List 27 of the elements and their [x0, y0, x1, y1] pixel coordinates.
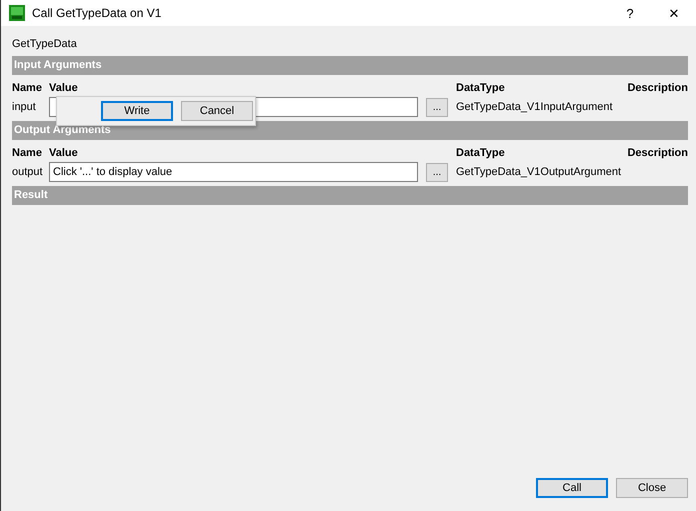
browse-button[interactable]: ... [426, 162, 448, 182]
column-header: Value [49, 81, 79, 95]
section-header: Result [12, 186, 688, 205]
column-header: DataType [456, 81, 506, 95]
column-header: Name [12, 146, 43, 160]
cancel-button[interactable]: Cancel [181, 101, 253, 121]
window-title: Call GetTypeData on V1 [32, 6, 162, 20]
column-header: DataType [456, 146, 506, 160]
value-field[interactable]: Click '...' to display value [49, 162, 418, 182]
argument-name: input [12, 100, 37, 115]
browse-button[interactable]: ... [426, 98, 448, 116]
write-button[interactable]: Write [101, 101, 173, 121]
column-header: Description [627, 81, 688, 95]
method-name: GetTypeData [12, 37, 78, 52]
data-type: GetTypeData_V1OutputArgument [456, 165, 622, 180]
column-header: Description [627, 146, 688, 160]
argument-name: output [12, 165, 44, 180]
section-header: Output Arguments [12, 121, 688, 140]
app-icon [9, 5, 25, 21]
close-button[interactable]: Close [616, 478, 688, 498]
close-button[interactable]: ✕ [652, 0, 696, 26]
call-button[interactable]: Call [536, 478, 608, 498]
column-header: Value [49, 146, 79, 160]
column-header: Name [12, 81, 43, 95]
section-header: Input Arguments [12, 56, 688, 75]
help-button[interactable]: ? [608, 0, 652, 26]
data-type: GetTypeData_V1InputArgument [456, 100, 614, 115]
